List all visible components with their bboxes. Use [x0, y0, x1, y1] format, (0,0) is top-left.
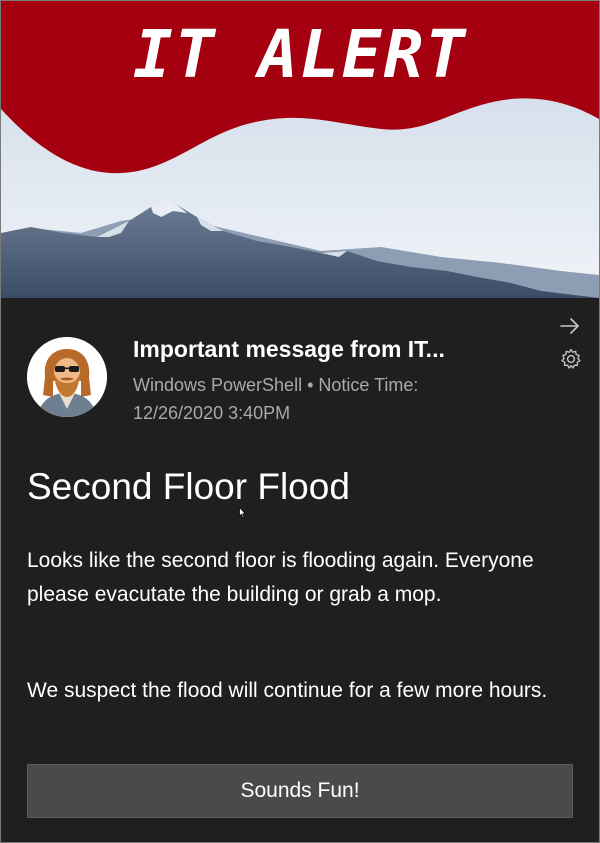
- message-paragraph-1: Looks like the second floor is flooding …: [27, 549, 534, 606]
- attribution: Important message from IT... Windows Pow…: [133, 331, 533, 427]
- notification-title: Important message from IT...: [133, 336, 445, 362]
- hero-title: IT ALERT: [133, 16, 467, 93]
- bearded-man-sunglasses-avatar: [27, 337, 107, 417]
- notification-timestamp: 12/26/2020 3:40PM: [133, 403, 291, 423]
- avatar: [27, 337, 107, 417]
- toast-notification[interactable]: IT ALERT Important message from IT... Wi…: [0, 0, 600, 843]
- notification-source: Windows PowerShell • Notice Time:: [133, 375, 419, 395]
- gear-icon[interactable]: [559, 347, 583, 371]
- arrow-right-icon[interactable]: [557, 313, 583, 339]
- content-title: Second Floor Flood: [27, 466, 350, 507]
- header-actions: [553, 313, 583, 371]
- hero-image: IT ALERT: [1, 1, 599, 298]
- mouse-cursor-icon: [239, 507, 246, 518]
- notification-meta: Windows PowerShell • Notice Time: 12/26/…: [133, 371, 533, 427]
- sounds-fun-button[interactable]: Sounds Fun!: [27, 764, 573, 818]
- message-paragraph-2: We suspect the flood will continue for a…: [27, 679, 548, 702]
